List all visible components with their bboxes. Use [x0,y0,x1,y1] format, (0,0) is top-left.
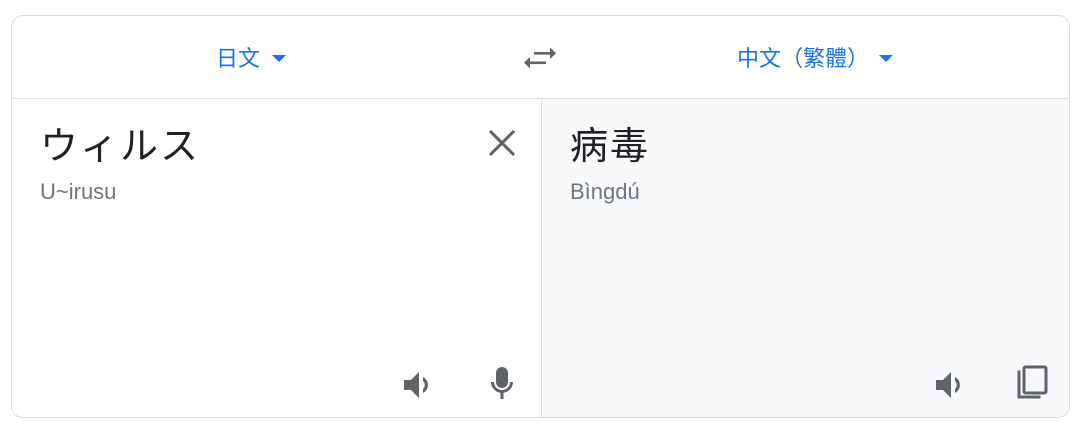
translate-card: 日文 中文（繁體） ウィルス U~irusu 病毒 Bìngdú [11,15,1070,418]
chevron-down-icon [879,55,894,62]
source-language-label: 日文 [216,47,261,72]
speaker-icon [404,372,428,398]
swap-languages-button[interactable] [520,42,560,74]
target-language-label: 中文（繁體） [737,47,870,72]
clear-source-button[interactable] [484,125,520,161]
target-panel: 病毒 Bìngdú [542,99,1069,417]
target-listen-button[interactable] [932,365,972,405]
copy-translation-button[interactable] [1012,363,1052,403]
target-romanization: Bìngdú [570,179,640,204]
source-language-selector[interactable]: 日文 [216,16,287,98]
speaker-icon [936,372,960,398]
source-listen-button[interactable] [400,365,440,405]
language-bar: 日文 中文（繁體） [12,16,1069,99]
source-romanization: U~irusu [40,179,117,204]
microphone-icon [491,367,513,399]
chevron-down-icon [272,55,287,62]
translated-text: 病毒 [570,124,651,168]
source-text-input[interactable]: ウィルス [40,123,200,169]
copy-icon [1017,365,1048,399]
target-language-selector[interactable]: 中文（繁體） [737,16,894,98]
swap-arrows-icon [524,47,556,69]
close-icon [488,129,516,157]
source-panel: ウィルス U~irusu [12,99,542,417]
voice-input-button[interactable] [482,363,522,403]
